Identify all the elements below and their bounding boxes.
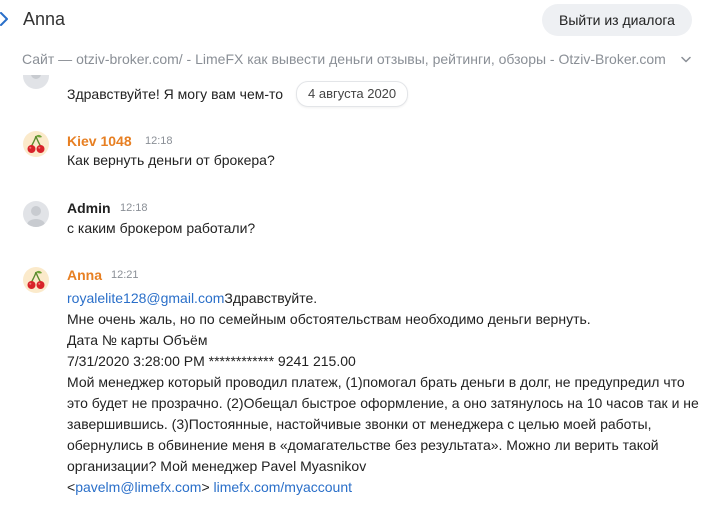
date-badge: 4 августа 2020 [296, 81, 409, 107]
back-arrow-icon[interactable] [0, 12, 8, 26]
site-source-line[interactable]: Сайт — otziv-broker.com/ - LimeFX как вы… [22, 51, 674, 67]
person-icon [27, 206, 45, 227]
avatar [23, 75, 49, 89]
sender-email-link[interactable]: royalelite128@gmail.com [67, 290, 224, 306]
angle-bracket-close: > [201, 479, 214, 495]
message-paragraph: Мой менеджер который проводил платеж, (1… [67, 374, 699, 474]
avatar [23, 201, 49, 227]
message-time: 12:21 [111, 269, 139, 281]
message-time: 12:18 [145, 135, 173, 147]
sender-name[interactable]: Kiev 1048 [67, 133, 132, 149]
cherry-icon [27, 270, 45, 289]
chevron-down-icon[interactable] [681, 56, 691, 64]
message-line: 7/31/2020 3:28:00 PM ************ 9241 2… [67, 353, 356, 369]
message-line: Мне очень жаль, но по семейным обстоятел… [67, 311, 591, 327]
cherry-icon [27, 134, 45, 153]
message-line: Дата № карты Объём [67, 332, 208, 348]
message-body: royalelite128@gmail.comЗдравствуйте. Мне… [67, 288, 707, 498]
manager-email-link[interactable]: pavelm@limefx.com [75, 479, 201, 495]
sender-name[interactable]: Anna [67, 267, 102, 283]
message-text: Как вернуть деньги от брокера? [67, 152, 275, 168]
message-line: <pavelm@limefx.com> limefx.com/myaccount [67, 477, 707, 498]
avatar [23, 267, 49, 293]
message-greeting: Здравствуйте. [224, 290, 318, 306]
account-link[interactable]: limefx.com/myaccount [214, 479, 352, 495]
message-text: с каким брокером работали? [67, 220, 256, 236]
message-line: royalelite128@gmail.comЗдравствуйте. [67, 288, 707, 309]
angle-bracket-open: < [67, 479, 76, 495]
message-time: 12:18 [120, 202, 148, 214]
sender-name[interactable]: Admin [67, 200, 111, 216]
dialog-header: Anna Выйти из диалога [0, 0, 715, 42]
avatar [23, 131, 49, 157]
contact-name: Anna [23, 9, 66, 29]
message-text: Здравствуйте! Я могу вам чем-то [67, 86, 284, 102]
exit-dialog-button[interactable]: Выйти из диалога [542, 4, 692, 36]
person-icon [31, 75, 41, 79]
